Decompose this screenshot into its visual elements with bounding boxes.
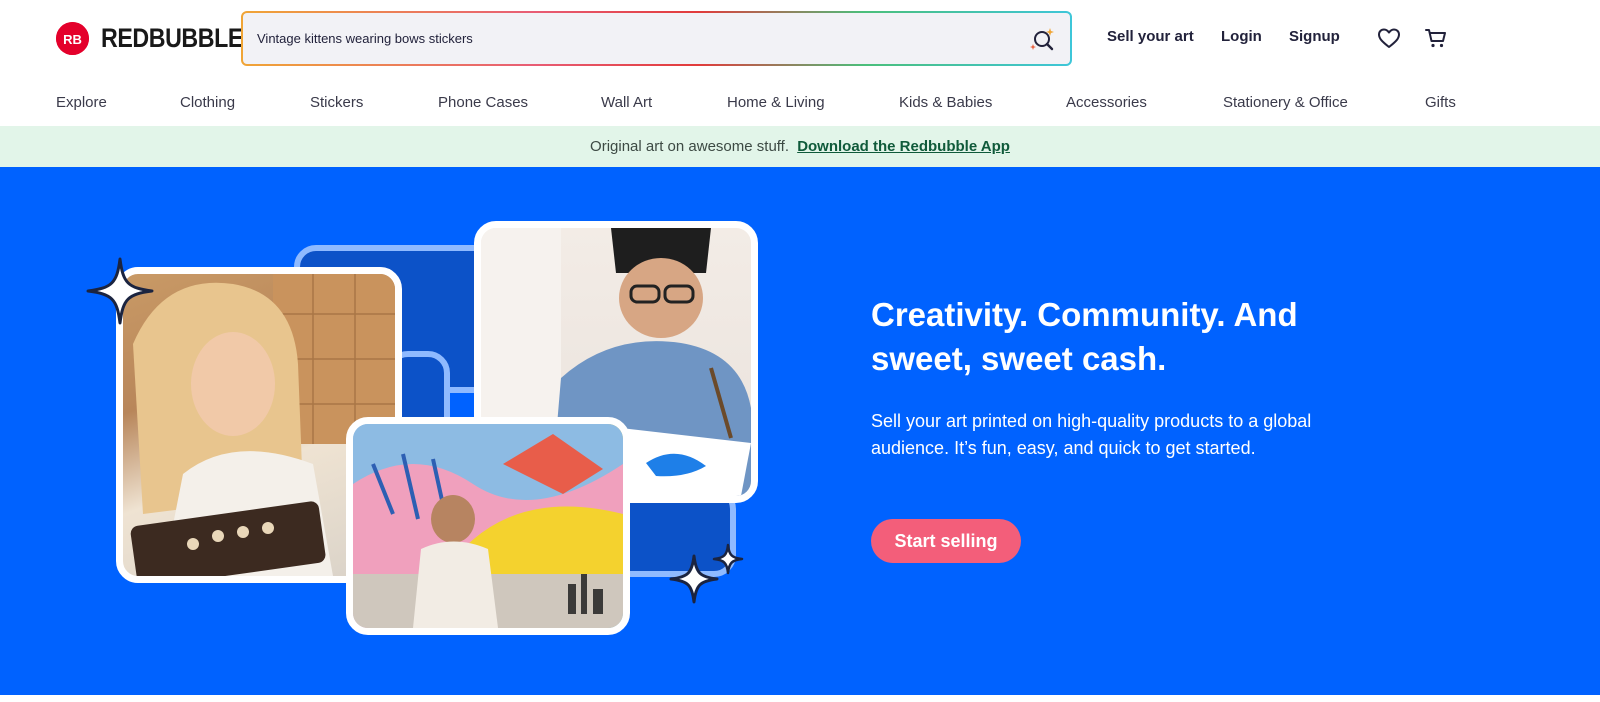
nav-item-wall-art[interactable]: Wall Art xyxy=(601,94,652,111)
nav-item-explore[interactable]: Explore xyxy=(56,94,107,111)
hero-subtitle: Sell your art printed on high-quality pr… xyxy=(871,411,1312,458)
nav-item-stickers[interactable]: Stickers xyxy=(310,94,363,111)
cart-icon[interactable] xyxy=(1423,25,1449,51)
sparkle-icon xyxy=(712,543,744,575)
artist-photo-mural xyxy=(346,417,630,635)
nav-item-accessories[interactable]: Accessories xyxy=(1066,94,1147,111)
sell-your-art-link[interactable]: Sell your art xyxy=(1107,28,1194,45)
artist-photo-collage xyxy=(0,167,800,695)
category-nav: Explore Clothing Stickers Phone Cases Wa… xyxy=(0,88,1600,118)
search-box xyxy=(243,13,1070,64)
search-input[interactable] xyxy=(243,13,983,64)
hero-section: Creativity. Community. And sweet, sweet … xyxy=(0,167,1600,695)
nav-item-stationery-office[interactable]: Stationery & Office xyxy=(1223,94,1348,111)
nav-item-clothing[interactable]: Clothing xyxy=(180,94,235,111)
login-link[interactable]: Login xyxy=(1221,28,1262,45)
app-promo-banner: Original art on awesome stuff. Download … xyxy=(0,126,1600,167)
download-app-link[interactable]: Download the Redbubble App xyxy=(797,138,1010,155)
redbubble-logo[interactable]: RB REDBUBBLE xyxy=(56,22,266,55)
nav-item-kids-babies[interactable]: Kids & Babies xyxy=(899,94,992,111)
signup-link[interactable]: Signup xyxy=(1289,28,1340,45)
nav-item-phone-cases[interactable]: Phone Cases xyxy=(438,94,528,111)
start-selling-button[interactable]: Start selling xyxy=(871,519,1021,563)
search-bar xyxy=(241,11,1072,66)
site-header: RB REDBUBBLE Sell your art Login Signup xyxy=(0,0,1600,76)
sparkle-icon xyxy=(86,257,154,325)
hero-title: Creativity. Community. And sweet, sweet … xyxy=(871,296,1298,377)
ai-search-icon[interactable] xyxy=(1028,26,1056,54)
heart-icon[interactable] xyxy=(1376,25,1402,51)
nav-item-gifts[interactable]: Gifts xyxy=(1425,94,1456,111)
redbubble-logo-icon: RB xyxy=(56,22,89,55)
promo-text: Original art on awesome stuff. xyxy=(590,138,790,155)
svg-text:RB: RB xyxy=(63,32,82,47)
brand-name: REDBUBBLE xyxy=(101,23,243,53)
nav-item-home-living[interactable]: Home & Living xyxy=(727,94,825,111)
